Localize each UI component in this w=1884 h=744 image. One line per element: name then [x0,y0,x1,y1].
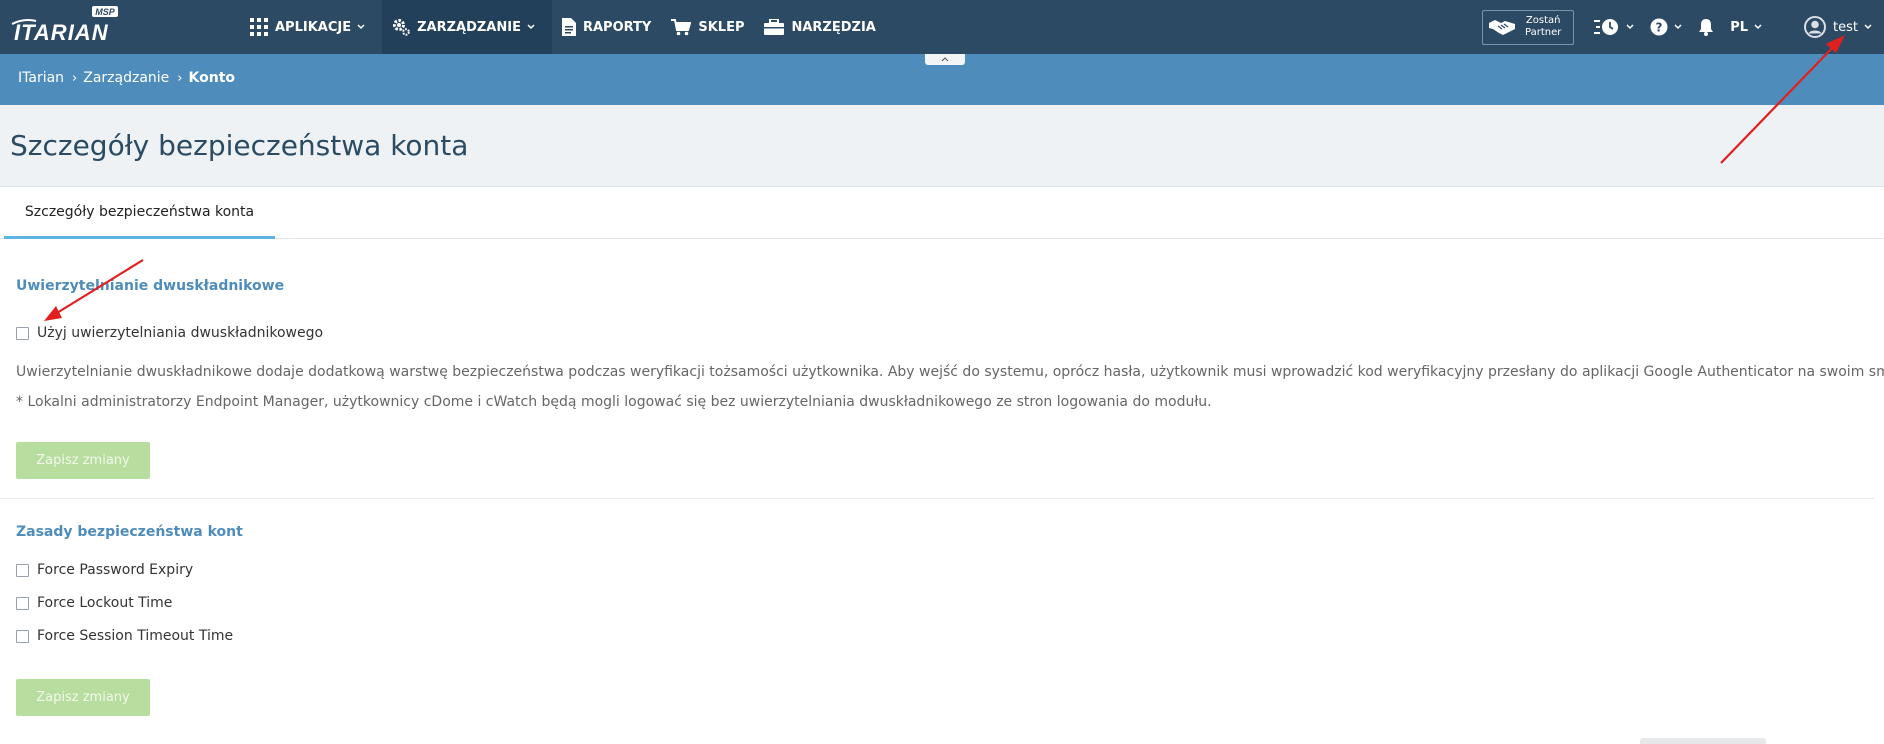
itarian-logo[interactable]: MSP ITARIAN [10,4,130,50]
top-navigation-bar: MSP ITARIAN APLIKACJE ZARZĄDZANIE RAPORT… [0,0,1884,54]
nav-tools[interactable]: NARZĘDZIA [754,0,885,54]
help-menu[interactable]: ? [1642,0,1690,54]
two-factor-description: Uwierzytelnianie dwuskładnikowe dodaje d… [16,364,1884,380]
main-nav: APLIKACJE ZARZĄDZANIE RAPORTY SKLEP NARZ… [240,0,886,54]
nav-apps[interactable]: APLIKACJE [240,0,382,54]
force-password-expiry-checkbox[interactable] [16,563,29,577]
svg-text:ITARIAN: ITARIAN [14,20,109,45]
username-label: test [1833,19,1858,35]
force-lockout-time-label[interactable]: Force Lockout Time [37,595,172,611]
language-label: PL [1730,19,1749,35]
chevron-down-icon [1674,24,1682,30]
page-title: Szczegóły bezpieczeństwa konta [10,129,469,162]
security-policies-section-title: Zasady bezpieczeństwa kont [16,524,243,540]
force-session-timeout-row[interactable]: Force Session Timeout Time [16,628,233,644]
nav-store-label: SKLEP [698,19,745,35]
topbar-tools: Zostań Partner ? PL test [1482,0,1884,54]
svg-text:?: ? [1656,21,1663,35]
tab-account-security-details[interactable]: Szczegóły bezpieczeństwa konta [4,188,275,239]
force-session-timeout-label[interactable]: Force Session Timeout Time [37,628,233,644]
gear-icon [393,19,410,36]
handshake-icon [1489,20,1516,35]
breadcrumb-itarian[interactable]: ITarian [18,70,64,86]
two-factor-checkbox-label[interactable]: Użyj uwierzytelniania dwuskładnikowego [37,325,323,341]
two-factor-section-title: Uwierzytelnianie dwuskładnikowe [16,278,285,294]
cart-icon [671,19,692,36]
force-session-timeout-checkbox[interactable] [16,629,29,643]
breadcrumb-bar: ITarian › Zarządzanie › Konto [0,54,1884,105]
force-password-expiry-label[interactable]: Force Password Expiry [37,562,193,578]
nav-tools-label: NARZĘDZIA [791,19,876,35]
force-lockout-time-row[interactable]: Force Lockout Time [16,595,172,611]
nav-management-label: ZARZĄDZANIE [417,19,521,35]
tab-bar: Szczegóły bezpieczeństwa konta [0,188,1884,239]
annotation-arrowhead-checkbox [44,306,62,321]
grid-icon [250,18,268,36]
toolbox-icon [764,19,785,35]
chevron-down-icon [1626,24,1634,30]
force-password-expiry-row[interactable]: Force Password Expiry [16,562,193,578]
notifications-button[interactable] [1690,0,1722,54]
page-header: Szczegóły bezpieczeństwa konta [0,105,1884,187]
history-menu[interactable] [1586,0,1642,54]
collapse-header-button[interactable] [925,54,965,65]
report-icon [561,18,576,36]
nav-reports[interactable]: RAPORTY [552,0,661,54]
avatar-icon [1804,16,1827,38]
save-two-factor-button[interactable]: Zapisz zmiany [16,442,150,479]
become-partner-button[interactable]: Zostań Partner [1482,9,1575,45]
svg-text:MSP: MSP [95,7,116,17]
force-lockout-time-checkbox[interactable] [16,596,29,610]
partner-line-2: Partner [1525,27,1562,38]
save-policies-button[interactable]: Zapisz zmiany [16,679,150,716]
chevron-up-icon [941,57,949,62]
chevron-down-icon [527,24,535,30]
become-partner-label: Zostań Partner [1523,15,1563,39]
two-factor-note: * Lokalni administratorzy Endpoint Manag… [16,394,1212,410]
nav-management[interactable]: ZARZĄDZANIE [382,0,552,54]
bell-icon [1699,19,1714,36]
floating-widget-edge [1640,738,1766,744]
two-factor-checkbox[interactable] [16,326,29,340]
list-clock-icon [1594,19,1619,35]
two-factor-checkbox-row[interactable]: Użyj uwierzytelniania dwuskładnikowego [16,325,323,341]
nav-store[interactable]: SKLEP [661,0,754,54]
partner-line-1: Zostań [1525,15,1561,26]
chevron-down-icon [357,24,365,30]
language-selector[interactable]: PL [1722,0,1770,54]
user-menu[interactable]: test [1796,0,1884,54]
chevron-down-icon [1864,24,1872,30]
help-icon: ? [1650,18,1668,36]
breadcrumb: ITarian › Zarządzanie › Konto [18,70,235,86]
breadcrumb-management[interactable]: Zarządzanie [83,70,169,86]
breadcrumb-separator-icon: › [177,70,183,86]
nav-reports-label: RAPORTY [582,19,652,35]
section-divider [0,498,1874,499]
breadcrumb-separator-icon: › [72,70,78,86]
nav-apps-label: APLIKACJE [275,19,352,35]
breadcrumb-current: Konto [188,70,236,86]
chevron-down-icon [1754,24,1762,30]
